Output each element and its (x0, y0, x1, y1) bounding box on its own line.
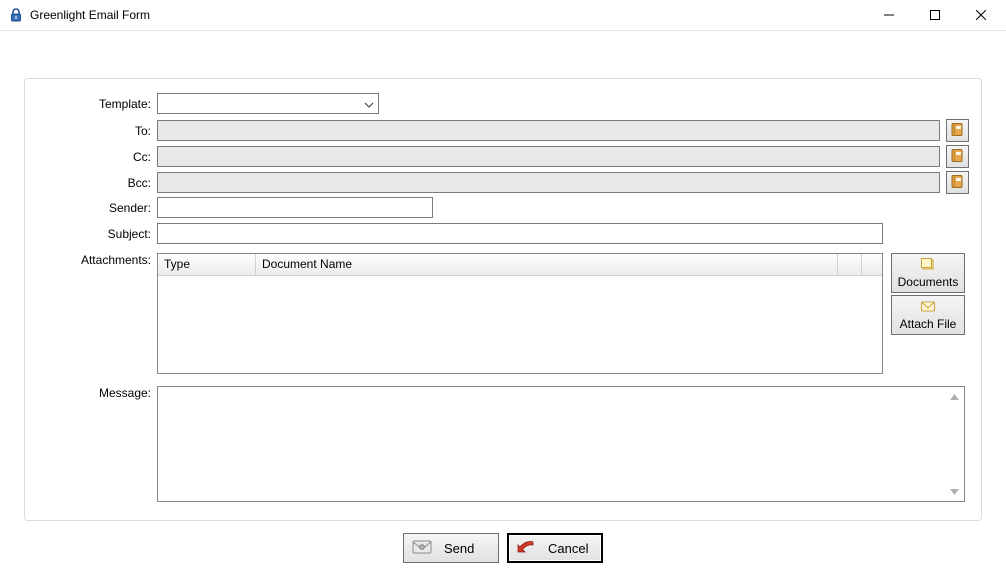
subject-field[interactable] (157, 223, 883, 244)
column-header-type[interactable]: Type (158, 254, 256, 275)
subject-label: Subject: (39, 227, 157, 241)
cancel-arrow-icon (516, 539, 536, 558)
sender-label: Sender: (39, 201, 157, 215)
template-select[interactable] (157, 93, 379, 114)
cancel-button-label: Cancel (548, 541, 588, 556)
chevron-down-icon (364, 97, 374, 111)
template-label: Template: (39, 97, 157, 111)
scroll-up-button[interactable] (947, 389, 962, 404)
minimize-button[interactable] (866, 0, 912, 30)
bcc-field[interactable] (157, 172, 940, 193)
address-book-icon (950, 174, 965, 192)
scroll-down-button[interactable] (947, 484, 962, 499)
attach-file-icon (920, 299, 936, 316)
footer: Send Cancel (0, 531, 1006, 565)
attach-file-button[interactable]: Attach File (891, 295, 965, 335)
window-title: Greenlight Email Form (30, 8, 150, 22)
lock-icon (8, 7, 24, 23)
column-header-spacer-1 (838, 254, 862, 275)
send-button[interactable]: Send (403, 533, 499, 563)
bcc-address-book-button[interactable] (946, 171, 969, 194)
address-book-icon (950, 122, 965, 140)
message-label: Message: (39, 386, 157, 400)
attach-file-button-label: Attach File (900, 317, 957, 331)
cc-field[interactable] (157, 146, 940, 167)
form-group: Template: To: Cc: (24, 78, 982, 521)
bcc-label: Bcc: (39, 176, 157, 190)
to-label: To: (39, 124, 157, 138)
cc-address-book-button[interactable] (946, 145, 969, 168)
documents-icon (920, 257, 936, 274)
address-book-icon (950, 148, 965, 166)
documents-button-label: Documents (898, 275, 959, 289)
attachments-grid-header: Type Document Name (158, 254, 882, 276)
titlebar: Greenlight Email Form (0, 0, 1006, 31)
attachments-grid[interactable]: Type Document Name (157, 253, 883, 374)
cc-label: Cc: (39, 150, 157, 164)
cancel-button[interactable]: Cancel (507, 533, 603, 563)
maximize-button[interactable] (912, 0, 958, 30)
column-header-spacer-2 (862, 254, 882, 275)
send-button-label: Send (444, 541, 474, 556)
sender-field[interactable] (157, 197, 433, 218)
envelope-icon (412, 539, 432, 558)
to-address-book-button[interactable] (946, 119, 969, 142)
attachments-label: Attachments: (39, 253, 157, 267)
column-header-document-name[interactable]: Document Name (256, 254, 838, 275)
close-button[interactable] (958, 0, 1004, 30)
documents-button[interactable]: Documents (891, 253, 965, 293)
message-textarea[interactable] (157, 386, 965, 502)
to-field[interactable] (157, 120, 940, 141)
